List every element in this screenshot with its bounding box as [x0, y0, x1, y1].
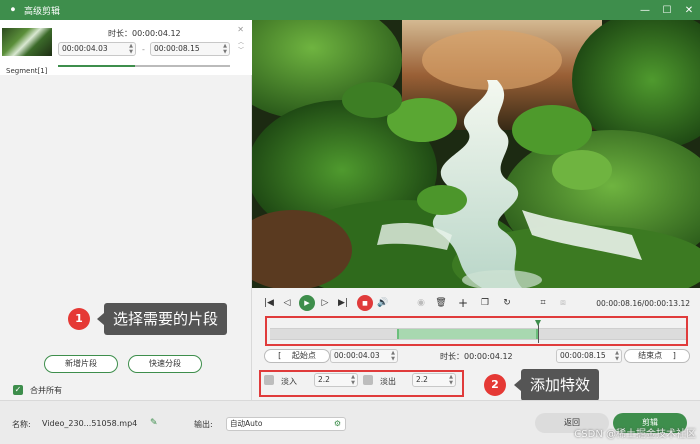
skip-end-icon[interactable]: ▶| — [336, 296, 350, 310]
spinner-icon[interactable]: ▲ ▼ — [129, 43, 133, 55]
segment-panel: 时长：00:00:04.12 00:00:04.03 ▲ ▼ - 00:00:08… — [0, 20, 252, 400]
prev-frame-icon[interactable]: ◁ — [280, 296, 294, 310]
output-value: 自动Auto — [230, 419, 263, 428]
segment-item[interactable]: 时长：00:00:04.12 00:00:04.03 ▲ ▼ - 00:00:08… — [0, 20, 252, 75]
window-title: 高级剪辑 — [24, 6, 61, 17]
segment-close-icon[interactable]: ✕ — [237, 25, 244, 34]
set-end-button[interactable]: 结束点 ] — [624, 349, 690, 363]
edit-name-icon[interactable]: ✎ — [150, 418, 158, 428]
crop-icon[interactable]: ⌗ — [536, 296, 550, 310]
skip-start-icon[interactable]: |◀ — [262, 296, 276, 310]
video-preview[interactable] — [252, 20, 700, 288]
stop-icon[interactable]: ■ — [357, 295, 373, 311]
segment-progress — [58, 65, 230, 67]
segment-end-time-field[interactable]: 00:00:08.15 ▲ ▼ — [150, 42, 230, 56]
close-button[interactable]: ✕ — [678, 0, 700, 20]
range-duration: 时长：00:00:04.12 — [440, 352, 513, 361]
next-frame-icon[interactable]: ▷ — [318, 296, 332, 310]
segment-name: Segment[1] — [6, 67, 48, 75]
callout-2-text: 添加特效 — [530, 376, 591, 394]
segment-start-value: 00:00:04.03 — [62, 44, 108, 53]
watermark: CSDN @稀土掘金技术社区 — [574, 429, 696, 440]
waterfall-forest-image — [252, 20, 700, 288]
callout-pointer — [514, 379, 521, 391]
set-start-label: 起始点 — [291, 351, 316, 360]
callout-1-badge: 1 — [68, 308, 90, 330]
bracket-close-icon: ] — [672, 351, 676, 360]
timeline-highlight-frame — [265, 316, 688, 346]
set-end-label: 结束点 — [638, 351, 663, 360]
output-select[interactable]: 自动Auto ⚙ — [226, 417, 346, 431]
refresh-icon[interactable]: ↻ — [500, 296, 514, 310]
move-down-icon[interactable]: ﹀ — [238, 45, 244, 54]
range-start-field[interactable]: 00:00:04.03 ▲ ▼ — [330, 349, 398, 363]
range-end-field[interactable]: 00:00:08.15 ▲ ▼ — [556, 349, 622, 363]
segment-progress-fill — [58, 65, 136, 67]
spinner-icon[interactable]: ▲ ▼ — [615, 350, 619, 362]
bottom-bar: 名称: Video_230...51058.mp4 ✎ 输出: 自动Auto ⚙… — [0, 400, 700, 444]
delete-icon[interactable]: 🗑 — [434, 296, 448, 310]
fit-icon[interactable]: ⧈ — [556, 296, 570, 310]
gear-icon[interactable]: ⚙ — [334, 418, 341, 430]
loop-icon[interactable]: ◉ — [414, 296, 428, 310]
callout-1-box: 选择需要的片段 — [97, 303, 228, 335]
name-label: 名称: — [12, 420, 31, 429]
set-start-button[interactable]: [ 起始点 — [264, 349, 330, 363]
maximize-button[interactable]: ☐ — [656, 0, 678, 20]
range-dash: - — [142, 45, 145, 54]
segment-thumbnail — [2, 28, 52, 56]
callout-pointer — [97, 313, 104, 325]
segment-end-value: 00:00:08.15 — [154, 44, 200, 53]
file-name: Video_230...51058.mp4 — [42, 419, 138, 428]
spinner-icon[interactable]: ▲ ▼ — [223, 43, 227, 55]
timecode: 00:00:08.16/00:00:13.12 — [596, 299, 690, 308]
play-icon[interactable]: ▶ — [299, 295, 315, 311]
range-start-value: 00:00:04.03 — [334, 351, 380, 360]
output-label: 输出: — [194, 420, 213, 429]
merge-all-label: 合并所有 — [30, 386, 62, 395]
range-end-value: 00:00:08.15 — [560, 351, 606, 360]
callout-2-badge: 2 — [484, 374, 506, 396]
spinner-icon[interactable]: ▲ ▼ — [391, 350, 395, 362]
merge-all-checkbox[interactable]: ✓ — [13, 385, 23, 395]
app-logo-icon: ꔷ — [10, 4, 16, 16]
segment-duration: 时长：00:00:04.12 — [108, 29, 181, 38]
title-bar: ꔷ 高级剪辑 — ☐ ✕ — [0, 0, 700, 20]
copy-icon[interactable]: ❐ — [478, 296, 492, 310]
callout-1-text: 选择需要的片段 — [113, 310, 219, 328]
quick-split-button[interactable]: 快速分段 — [128, 355, 202, 373]
minimize-button[interactable]: — — [634, 0, 656, 20]
segment-start-time-field[interactable]: 00:00:04.03 ▲ ▼ — [58, 42, 136, 56]
effects-highlight-frame — [259, 370, 464, 397]
add-icon[interactable]: + — [456, 296, 470, 310]
add-segment-button[interactable]: 新增片段 — [44, 355, 118, 373]
volume-icon[interactable]: 🔊 — [376, 296, 390, 310]
callout-2-box: 添加特效 — [514, 369, 600, 401]
bracket-open-icon: [ — [278, 351, 282, 360]
